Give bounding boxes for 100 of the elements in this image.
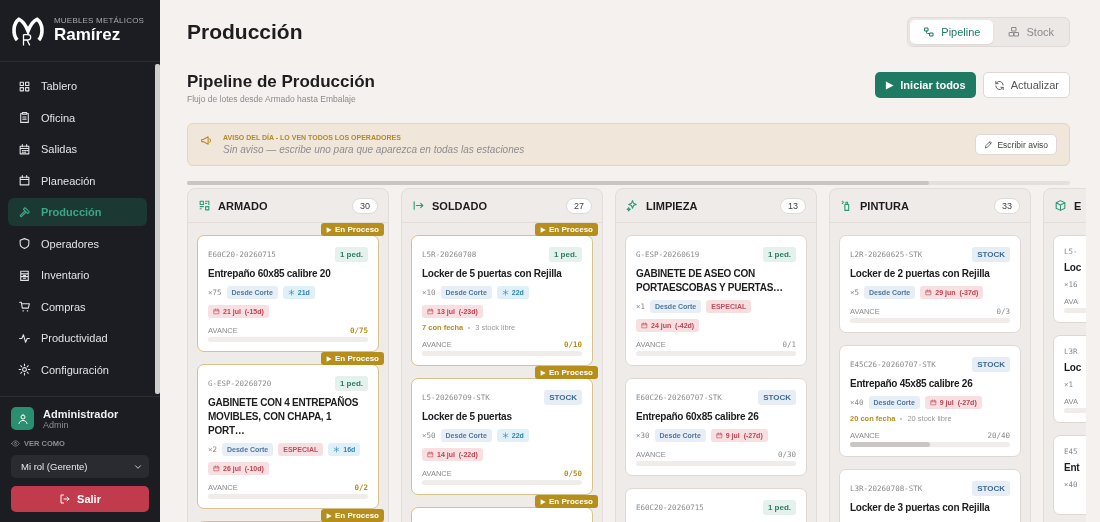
- snowflake-icon: [333, 446, 341, 453]
- calendar-icon: [929, 399, 937, 406]
- count-badge: 33: [994, 197, 1020, 214]
- role-dropdown[interactable]: Mi rol (Gerente): [11, 455, 149, 478]
- calendar-icon: [715, 432, 723, 439]
- count-badge: 13: [780, 197, 806, 214]
- section-subtitle: Flujo de lotes desde Armado hasta Embalaje: [187, 94, 357, 104]
- play-icon: [885, 80, 895, 90]
- nodes-icon: [923, 26, 936, 38]
- tag: 1 ped.: [762, 247, 796, 262]
- cart-icon: [18, 300, 31, 313]
- nav-item[interactable]: Productividad: [8, 324, 147, 352]
- product-name: Locker de 5 puertas: [422, 410, 513, 424]
- tag: STOCK: [544, 390, 582, 405]
- count-badge: 27: [566, 197, 592, 214]
- product-name: GABINETE DE ASEO CON PORTAESCOBAS Y PUERTAS…: [636, 267, 784, 295]
- box-icon: [1054, 199, 1067, 212]
- calendar-icon: [427, 451, 434, 458]
- status-badge: En Proceso: [321, 352, 384, 365]
- user-icon: [16, 412, 29, 425]
- product-name: Entrepaño 45x85 calibre 26: [850, 377, 974, 391]
- page-title: Producción: [187, 20, 303, 44]
- column-title: PINTURA: [860, 199, 910, 212]
- nav-item[interactable]: Planeación: [8, 166, 147, 195]
- pencil-icon: [984, 140, 994, 149]
- calendar-icon: [18, 142, 31, 156]
- refresh-icon: [993, 79, 1005, 91]
- qr-icon: [198, 199, 211, 212]
- pulse-icon: [18, 331, 31, 345]
- tag: 1 ped.: [334, 247, 368, 262]
- play-icon: [326, 226, 332, 233]
- snowflake-icon: [501, 432, 509, 439]
- hammer-icon: [18, 205, 31, 219]
- eye-icon: [11, 439, 20, 448]
- tag: STOCK: [758, 390, 796, 405]
- nav-item[interactable]: Configuración: [8, 355, 147, 384]
- nav-item[interactable]: Producción: [8, 198, 147, 226]
- cabinet-icon: [18, 268, 31, 282]
- calendar-icon: [427, 308, 434, 315]
- clipboard-icon: [18, 111, 31, 124]
- write-notice-button[interactable]: Escribir aviso: [975, 134, 1057, 155]
- sparkle-icon: [626, 199, 639, 212]
- calendar-icon: [925, 289, 933, 296]
- notice-message: Sin aviso — escribe uno para que aparezca en todas las estaciones: [223, 144, 526, 155]
- product-name: GABINETE CON 4 ENTREPAÑOS MOVIBLES, CON CHAPA, 1 PORT…: [208, 396, 360, 438]
- brand-tagline: MUEBLES METÁLICOS: [54, 16, 145, 25]
- column-title: E: [1074, 199, 1083, 212]
- scrollbar[interactable]: [155, 64, 160, 394]
- shield-icon: [18, 237, 31, 250]
- calendar-icon: [213, 465, 220, 472]
- tag: 1 ped.: [334, 376, 368, 391]
- nav-item[interactable]: Inventario: [8, 261, 147, 289]
- arrow-icon: [412, 199, 425, 212]
- tag: 1 ped.: [762, 500, 796, 515]
- snowflake-icon: [501, 289, 509, 296]
- brand-name: Ramírez: [54, 25, 122, 45]
- nav-item[interactable]: Compras: [8, 292, 147, 321]
- snowflake-icon: [287, 289, 295, 296]
- nav-item[interactable]: Salidas: [8, 135, 147, 163]
- scrollbar[interactable]: [187, 181, 1070, 185]
- status-badge: En Proceso: [535, 223, 598, 236]
- calendar-icon: [641, 322, 648, 329]
- product-name: Ent: [1064, 461, 1081, 475]
- view-tab[interactable]: Pipeline: [910, 20, 994, 44]
- column-title: SOLDADO: [432, 199, 488, 212]
- count-badge: 30: [352, 197, 378, 214]
- column-title: ARMADO: [218, 199, 269, 212]
- status-badge: En Proceso: [535, 366, 598, 379]
- status-badge: En Proceso: [321, 509, 384, 522]
- product-name: Locker de 2 puertas con Rejilla: [850, 267, 991, 281]
- section-title: Pipeline de Producción: [187, 72, 375, 92]
- refresh-button[interactable]: Actualizar: [982, 72, 1070, 98]
- product-name: Entrepaño 60x85 calibre 20: [208, 267, 332, 281]
- nav-item[interactable]: Tablero: [8, 72, 147, 100]
- play-icon: [326, 512, 332, 519]
- tag: STOCK: [972, 247, 1010, 262]
- play-icon: [540, 498, 546, 505]
- status-badge: En Proceso: [321, 223, 384, 236]
- calendar-icon: [213, 308, 220, 315]
- tag: STOCK: [972, 481, 1010, 496]
- logout-icon: [59, 493, 72, 505]
- product-name: Locker de 3 puertas con Rejilla: [850, 501, 991, 515]
- megaphone-icon: [200, 134, 213, 147]
- product-name: Entrepaño 60x85 calibre 26: [636, 410, 760, 424]
- settings-icon: [18, 363, 31, 376]
- boxes-icon: [1008, 26, 1021, 38]
- logout-button[interactable]: Salir: [11, 486, 149, 512]
- calendar-icon: [18, 174, 31, 187]
- product-name: Locker de 5 puertas con Rejilla: [422, 267, 563, 281]
- grid-icon: [18, 79, 31, 93]
- nav-item[interactable]: Oficina: [8, 103, 147, 132]
- user-role: Admin: [43, 419, 70, 430]
- tag: STOCK: [972, 357, 1010, 372]
- play-icon: [540, 369, 546, 376]
- product-name: Loc: [1064, 261, 1083, 275]
- start-all-button[interactable]: Iniciar todos: [875, 72, 976, 98]
- nav-item[interactable]: Operadores: [8, 229, 147, 258]
- user-name: Administrador: [43, 407, 119, 420]
- column-title: LIMPIEZA: [646, 199, 699, 212]
- product-name: Loc: [1064, 361, 1083, 375]
